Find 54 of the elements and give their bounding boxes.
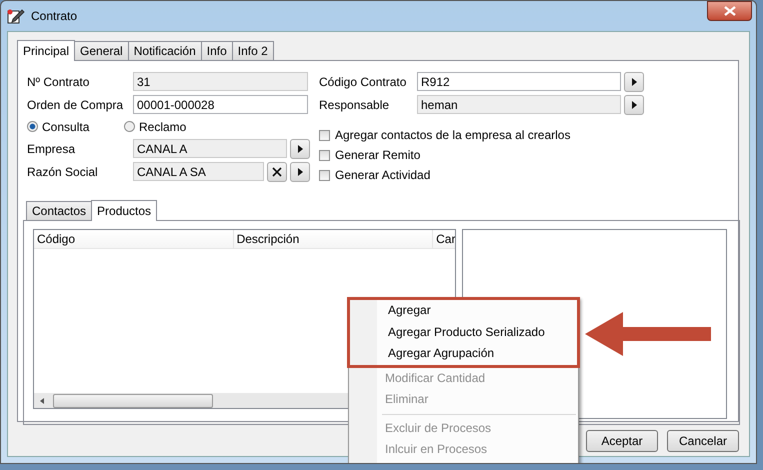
dialog-button[interactable]: Cancelar — [667, 430, 739, 452]
field-label: Orden de Compra — [27, 98, 124, 112]
scroll-thumb[interactable] — [53, 394, 213, 408]
field-label: Responsable — [319, 98, 390, 112]
checkbox[interactable] — [319, 130, 330, 140]
text-field[interactable]: 00001-000028 — [133, 95, 308, 114]
pencil-icon — [7, 8, 25, 24]
text-field[interactable]: CANAL A SA — [133, 162, 264, 181]
text-field[interactable]: R912 — [417, 72, 621, 91]
radio-label: Reclamo — [139, 120, 186, 134]
play-icon — [632, 100, 636, 108]
tab[interactable]: Principal — [17, 40, 76, 61]
field-label: Código Contrato — [319, 74, 408, 88]
checkbox[interactable] — [319, 170, 330, 180]
radio-button[interactable] — [124, 121, 135, 132]
open-button[interactable] — [290, 162, 310, 182]
tab[interactable]: Info 2 — [232, 41, 274, 60]
column-header[interactable]: Código — [34, 230, 234, 248]
menu-item[interactable]: Agregar — [352, 300, 575, 322]
text-field[interactable]: CANAL A — [133, 139, 287, 158]
column-header[interactable]: Car — [433, 230, 455, 248]
open-button[interactable] — [624, 94, 644, 114]
checkbox-label: Generar Remito — [335, 148, 420, 162]
window-title: Contrato — [31, 9, 78, 23]
radio-label: Consulta — [42, 120, 90, 134]
dialog-button[interactable]: Aceptar — [586, 430, 658, 452]
text-field[interactable]: heman — [417, 95, 621, 114]
tab[interactable]: General — [74, 41, 129, 60]
field-label: Razón Social — [27, 164, 99, 178]
menu-item[interactable]: Agregar Producto Serializado — [352, 322, 575, 343]
open-button[interactable] — [624, 72, 644, 92]
clear-button[interactable] — [267, 162, 287, 182]
play-icon — [298, 168, 302, 176]
close-button[interactable] — [707, 1, 752, 21]
field-label: Nº Contrato — [27, 74, 90, 88]
close-icon — [724, 6, 736, 16]
field-label: Empresa — [27, 142, 76, 156]
column-header[interactable]: Descripción — [234, 230, 434, 248]
menu-item[interactable]: Agregar Agrupación — [352, 343, 575, 364]
checkbox-label: Generar Actividad — [335, 168, 430, 182]
tab[interactable]: Contactos — [26, 201, 92, 220]
text-field[interactable]: 31 — [133, 72, 308, 91]
tab[interactable]: Info — [200, 41, 233, 60]
tab[interactable]: Notificación — [128, 41, 202, 60]
close-icon — [272, 166, 282, 176]
play-icon — [632, 78, 636, 86]
checkbox[interactable] — [319, 150, 330, 160]
scroll-left-icon — [39, 396, 45, 404]
checkbox-label: Agregar contactos de la empresa al crearlos — [335, 128, 570, 142]
tab[interactable]: Productos — [91, 200, 158, 221]
radio-button[interactable] — [27, 121, 38, 132]
open-button[interactable] — [290, 138, 310, 158]
arrow-icon — [585, 312, 711, 356]
play-icon — [298, 144, 302, 152]
